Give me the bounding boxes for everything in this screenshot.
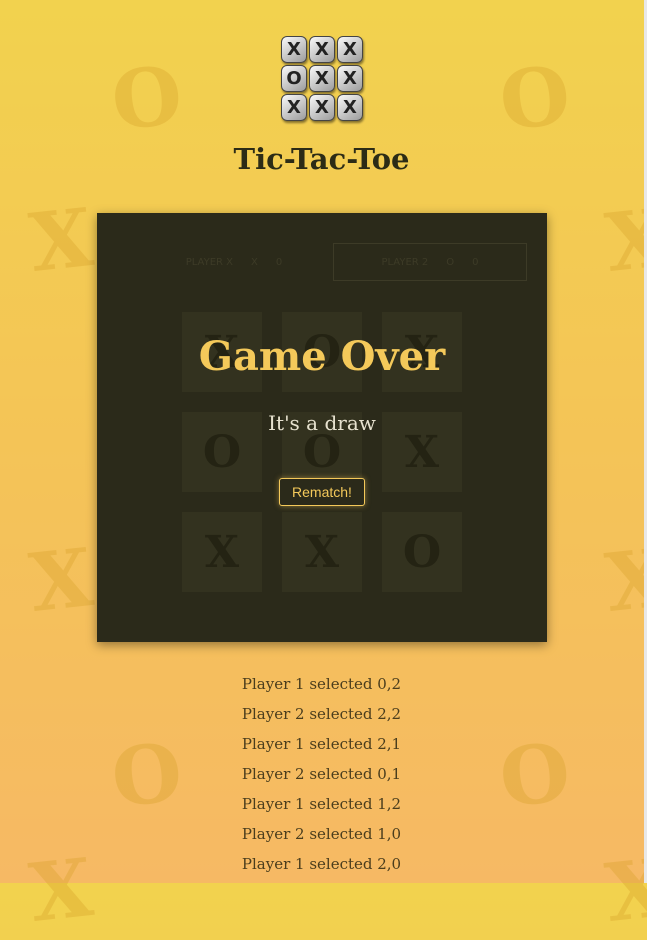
logo-tile: X <box>281 94 307 121</box>
background-x-icon: X <box>601 190 647 290</box>
logo-tile: X <box>309 36 335 63</box>
player-1-label: PLAYER X <box>185 256 234 268</box>
move-log-item: Player 1 selected 1,2 <box>241 795 402 813</box>
game-board: PLAYER X X 0 PLAYER 2 O 0 X O X O O X X … <box>97 213 547 642</box>
rematch-button[interactable]: Rematch! <box>279 478 365 506</box>
logo-tile: X <box>309 94 335 121</box>
move-log-item: Player 2 selected 0,1 <box>241 765 402 783</box>
background-x-icon: X <box>25 190 97 290</box>
logo-tile: O <box>281 65 307 92</box>
page-title: Tic-Tac-Toe <box>233 142 410 176</box>
game-over-heading: Game Over <box>198 333 446 380</box>
move-log-item: Player 2 selected 2,2 <box>241 705 402 723</box>
game-result: It's a draw <box>268 411 376 435</box>
player-2-score-value: 0 <box>472 256 479 268</box>
app-logo: X X X O X X X X X <box>281 36 363 122</box>
logo-tile: X <box>337 94 363 121</box>
background-o-icon: O <box>107 47 187 149</box>
move-log: Player 1 selected 0,2 Player 2 selected … <box>0 672 643 882</box>
player-2-label: PLAYER 2 <box>381 256 429 268</box>
background-o-icon: O <box>495 47 575 149</box>
player-2-score: PLAYER 2 O 0 <box>333 243 527 281</box>
player-1-score-value: 0 <box>275 256 283 268</box>
logo-tile: X <box>281 36 307 63</box>
player-1-mark: X <box>251 256 258 268</box>
move-log-item: Player 1 selected 2,0 <box>241 855 402 873</box>
board-cell[interactable]: X <box>182 512 262 592</box>
background-x-icon: X <box>601 530 647 630</box>
board-cell[interactable]: X <box>282 512 362 592</box>
board-cell[interactable]: O <box>382 512 462 592</box>
move-log-item: Player 1 selected 0,2 <box>241 675 402 693</box>
move-log-item: Player 2 selected 1,0 <box>241 825 402 843</box>
player-2-mark: O <box>446 256 455 268</box>
move-log-item: Player 1 selected 2,1 <box>241 735 402 753</box>
background-x-icon: X <box>25 530 97 630</box>
logo-tile: X <box>337 36 363 63</box>
logo-tile: X <box>309 65 335 92</box>
player-1-score: PLAYER X X 0 <box>137 243 331 281</box>
logo-tile: X <box>337 65 363 92</box>
